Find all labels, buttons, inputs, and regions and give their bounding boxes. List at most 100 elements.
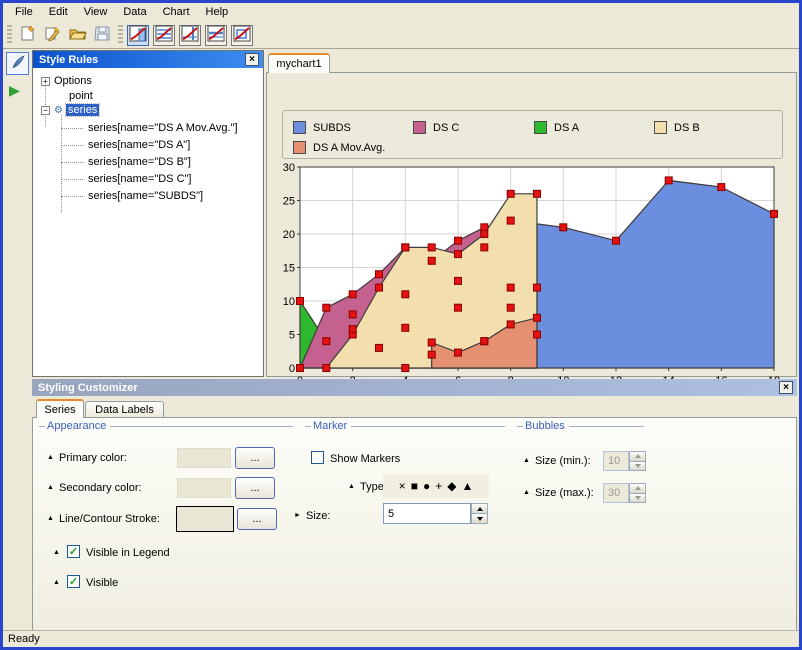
legend-swatch: [534, 121, 547, 134]
tree-node-series-child[interactable]: series[name="DS C"]: [88, 172, 192, 186]
property-triangle-icon: ▲: [348, 483, 355, 490]
chart-style-icon-1: [129, 25, 147, 45]
chart-style-icon-3: [181, 25, 199, 45]
tab-mychart1[interactable]: mychart1: [268, 53, 330, 73]
tab-label: mychart1: [276, 58, 321, 70]
legend-item-subds: SUBDS: [293, 121, 351, 134]
menu-view[interactable]: View: [76, 4, 116, 21]
style-rules-tree: + Options point − ⚙ series series[name="…: [33, 68, 263, 376]
menu-data[interactable]: Data: [115, 4, 154, 21]
svg-text:5: 5: [289, 330, 295, 342]
chart-plot-area[interactable]: 024681012141618051015202530: [280, 162, 788, 392]
tree-node-series[interactable]: − ⚙ series: [41, 103, 99, 117]
open-folder-icon: [69, 25, 87, 45]
marker-cross-icon[interactable]: ×: [399, 479, 406, 493]
tree-node-label: series[name="DS B"]: [88, 156, 191, 168]
secondary-color-swatch[interactable]: [177, 478, 231, 498]
group-label: Appearance: [47, 420, 106, 432]
marker-triangle-icon[interactable]: ▲: [461, 479, 473, 493]
tab-series[interactable]: Series: [36, 399, 84, 418]
menu-edit[interactable]: Edit: [41, 4, 76, 21]
stroke-picker-button[interactable]: ...: [237, 508, 277, 530]
tree-node-options[interactable]: + Options: [41, 74, 92, 88]
style-rules-titlebar[interactable]: Style Rules ×: [33, 51, 263, 68]
chart-style-button-5[interactable]: [231, 25, 253, 46]
bubble-size-max-spinner: [629, 483, 646, 503]
marker-circle-icon[interactable]: ●: [423, 479, 430, 493]
edit-style-icon: [44, 25, 61, 45]
primary-color-swatch[interactable]: [177, 448, 231, 468]
chart-style-button-2[interactable]: [153, 25, 175, 46]
primary-color-picker-button[interactable]: ...: [235, 447, 275, 469]
svg-text:0: 0: [289, 363, 295, 375]
styling-mode-button[interactable]: [6, 52, 29, 75]
tree-connector: [61, 179, 83, 180]
stroke-label: Line/Contour Stroke:: [59, 513, 160, 525]
edit-style-button[interactable]: [41, 24, 64, 46]
legend-item-dsa: DS A: [534, 121, 579, 134]
legend-label: DS C: [433, 122, 459, 134]
chart-style-icon-5: [233, 25, 251, 45]
new-document-icon: [19, 25, 36, 45]
visible-in-legend-checkbox[interactable]: ✓: [67, 545, 80, 558]
bubble-size-max-label: Size (max.):: [535, 487, 594, 499]
tree-connector: [61, 196, 83, 197]
tree-node-series-child[interactable]: series[name="SUBDS"]: [88, 189, 203, 203]
property-triangle-icon: ▲: [523, 489, 530, 496]
legend-item-dsa-movavg: DS A Mov.Avg.: [293, 141, 385, 154]
menu-help[interactable]: Help: [198, 4, 237, 21]
tree-connector: [61, 145, 83, 146]
tree-node-point[interactable]: point: [69, 89, 93, 103]
application-window: File Edit View Data Chart Help: [0, 0, 802, 650]
run-button[interactable]: ▶: [9, 83, 27, 99]
tab-data-labels[interactable]: Data Labels: [85, 401, 164, 418]
chart-style-button-1[interactable]: [127, 25, 149, 46]
spin-up-button[interactable]: [471, 503, 488, 514]
stroke-preview-swatch[interactable]: [176, 506, 234, 532]
new-button[interactable]: [16, 24, 39, 46]
menu-chart[interactable]: Chart: [155, 4, 198, 21]
styling-customizer-titlebar[interactable]: Styling Customizer ×: [32, 379, 797, 396]
tree-node-series-child[interactable]: series[name="DS A Mov.Avg."]: [88, 121, 238, 135]
chart-style-button-3[interactable]: [179, 25, 201, 46]
secondary-color-picker-button[interactable]: ...: [235, 477, 275, 499]
marker-square-icon[interactable]: ■: [411, 479, 418, 493]
close-icon[interactable]: ×: [245, 53, 259, 66]
legend-label: DS B: [674, 122, 700, 134]
property-triangle-icon: ▲: [47, 484, 54, 491]
marker-plus-icon[interactable]: +: [435, 479, 442, 493]
gear-icon: ⚙: [54, 105, 63, 116]
area-chart[interactable]: 024681012141618051015202530: [280, 162, 788, 392]
group-label: Bubbles: [525, 420, 565, 432]
open-button[interactable]: [66, 24, 89, 46]
save-button[interactable]: [91, 24, 114, 46]
tree-node-series-child[interactable]: series[name="DS B"]: [88, 155, 191, 169]
tree-node-series-child[interactable]: series[name="DS A"]: [88, 138, 190, 152]
collapse-icon[interactable]: −: [41, 106, 50, 115]
toolbar-grip[interactable]: [7, 25, 12, 45]
series-tab-content: Appearance ▲ Primary color: ... ▲ Second…: [32, 417, 797, 632]
bubbles-group-header: Bubbles: [517, 420, 644, 432]
visible-checkbox[interactable]: ✓: [67, 575, 80, 588]
toolbar-grip[interactable]: [118, 25, 123, 45]
show-markers-checkbox[interactable]: [311, 451, 324, 464]
svg-text:25: 25: [283, 196, 295, 208]
marker-group-header: Marker: [305, 420, 505, 432]
property-arrow-icon: ►: [294, 512, 301, 519]
menu-file[interactable]: File: [7, 4, 41, 21]
save-icon: [94, 25, 111, 45]
tree-node-label: Options: [54, 75, 92, 87]
legend-swatch: [293, 121, 306, 134]
spin-down-button[interactable]: [471, 514, 488, 524]
close-icon[interactable]: ×: [779, 381, 793, 394]
chart-style-button-4[interactable]: [205, 25, 227, 46]
marker-size-input[interactable]: [383, 503, 471, 524]
marker-type-selector[interactable]: × ■ ● + ◆ ▲: [383, 474, 489, 498]
expand-icon[interactable]: +: [41, 77, 50, 86]
legend-item-dsb: DS B: [654, 121, 700, 134]
spin-up-icon: [635, 454, 641, 458]
marker-diamond-icon[interactable]: ◆: [447, 479, 456, 493]
property-triangle-icon: ▲: [523, 457, 530, 464]
tree-node-label: series[name="DS C"]: [88, 173, 192, 185]
style-rules-panel: Style Rules × + Options point − ⚙ series…: [32, 50, 264, 377]
